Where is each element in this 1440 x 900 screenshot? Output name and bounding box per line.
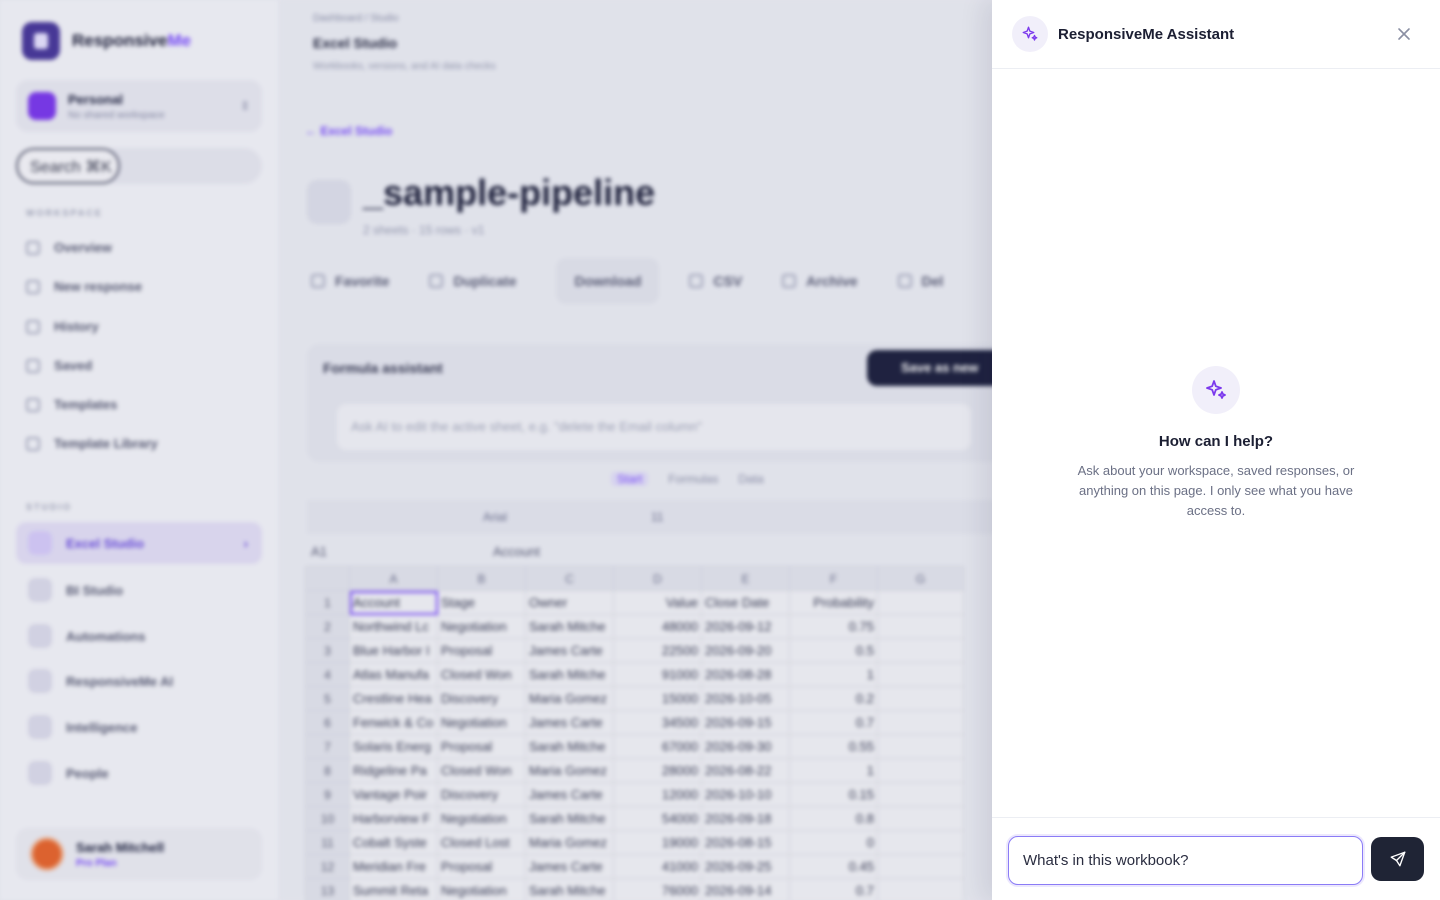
assistant-panel: ResponsiveMe Assistant How can I help? A… bbox=[992, 0, 1440, 900]
sparkles-icon bbox=[1012, 16, 1048, 52]
close-icon bbox=[1398, 28, 1410, 40]
empty-state-title: How can I help? bbox=[1158, 433, 1274, 450]
send-button[interactable] bbox=[1371, 837, 1424, 881]
assistant-header: ResponsiveMe Assistant bbox=[992, 0, 1440, 69]
close-button[interactable] bbox=[1392, 22, 1416, 46]
send-icon bbox=[1390, 851, 1405, 867]
assistant-composer bbox=[992, 817, 1440, 900]
modal-backdrop[interactable] bbox=[0, 0, 992, 900]
sparkles-icon bbox=[1192, 366, 1240, 414]
message-input[interactable] bbox=[1008, 836, 1363, 885]
assistant-title: ResponsiveMe Assistant bbox=[1058, 26, 1235, 43]
empty-state-description: Ask about your workspace, saved response… bbox=[1077, 463, 1355, 518]
